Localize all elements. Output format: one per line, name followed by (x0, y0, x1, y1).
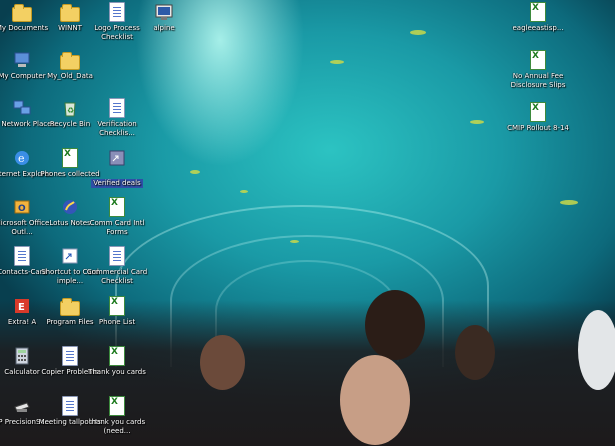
documents-folder-icon (12, 3, 32, 22)
excel-document-icon (530, 2, 546, 22)
folder-icon (60, 51, 80, 70)
excel-document-icon (62, 148, 78, 168)
folder-icon (60, 3, 80, 22)
desktop-icon-cmip-rollout[interactable]: CMIP Rollout 8-14 (502, 102, 574, 133)
person-head (455, 325, 495, 380)
word-document-icon (62, 396, 78, 416)
desktop-icon-phone-list[interactable]: Phone List (81, 296, 153, 327)
calculator-icon (12, 346, 32, 366)
svg-text:O: O (18, 204, 26, 214)
shortcut-icon (60, 246, 80, 266)
desktop-icon-my-old-data[interactable]: My_Old_Data (34, 50, 106, 81)
fish-decoration (290, 240, 299, 243)
fish-decoration (330, 60, 344, 64)
excel-document-icon (109, 197, 125, 217)
excel-document-icon (109, 346, 125, 366)
desktop-icon-no-annual-fee-disclosure-slips[interactable]: No Annual Fee Disclosure Slips (502, 50, 574, 89)
desktop-icon-verification-checklist[interactable]: Verification Checklis... (81, 98, 153, 137)
word-document-icon (109, 246, 125, 266)
excel-document-icon (109, 296, 125, 316)
desktop-icon-commercial-card-checklist[interactable]: Commercial Card Checklist (81, 246, 153, 285)
scanner-icon (12, 396, 32, 416)
word-document-icon (109, 2, 125, 22)
excel-document-icon (530, 102, 546, 122)
desktop-background[interactable]: My Documents WINNT Logo Process Checklis… (0, 0, 615, 446)
desktop-icon-comm-card-intl-forms[interactable]: Comm Card Intl Forms (81, 197, 153, 236)
fish-decoration (240, 190, 248, 193)
svg-text:♻: ♻ (67, 106, 74, 115)
fish-decoration (190, 170, 200, 174)
svg-text:E: E (18, 302, 25, 313)
excel-document-icon (530, 50, 546, 70)
network-icon (12, 98, 32, 118)
desktop-icon-thank-you-cards[interactable]: Thank you cards (81, 346, 153, 377)
desktop-icon-eagleeastisp[interactable]: eagleeastisp... (502, 2, 574, 33)
outlook-icon: O (12, 197, 32, 217)
person-head (340, 355, 410, 445)
person-head (365, 290, 425, 360)
fish-decoration (410, 30, 426, 35)
fish-decoration (560, 200, 578, 205)
excel-document-icon (109, 396, 125, 416)
desktop-icon-alpine[interactable]: alpine (128, 2, 200, 33)
desktop-icon-verified-deals[interactable]: Verified deals (81, 148, 153, 189)
alpine-app-icon (154, 2, 174, 22)
word-document-icon (109, 98, 125, 118)
word-document-icon (62, 346, 78, 366)
person-shirt (578, 310, 615, 390)
svg-text:e: e (18, 152, 25, 165)
word-document-icon (14, 246, 30, 266)
folder-icon (60, 297, 80, 316)
internet-explorer-icon: e (12, 148, 32, 168)
lotus-notes-icon (60, 197, 80, 217)
person-head (200, 335, 245, 390)
recycle-bin-icon: ♻ (60, 98, 80, 118)
computer-icon (12, 50, 32, 70)
fish-decoration (470, 120, 484, 124)
desktop-icon-thank-you-cards-need[interactable]: thank you cards (need... (81, 396, 153, 435)
shortcut-icon (107, 148, 127, 168)
extra-terminal-icon: E (12, 296, 32, 316)
